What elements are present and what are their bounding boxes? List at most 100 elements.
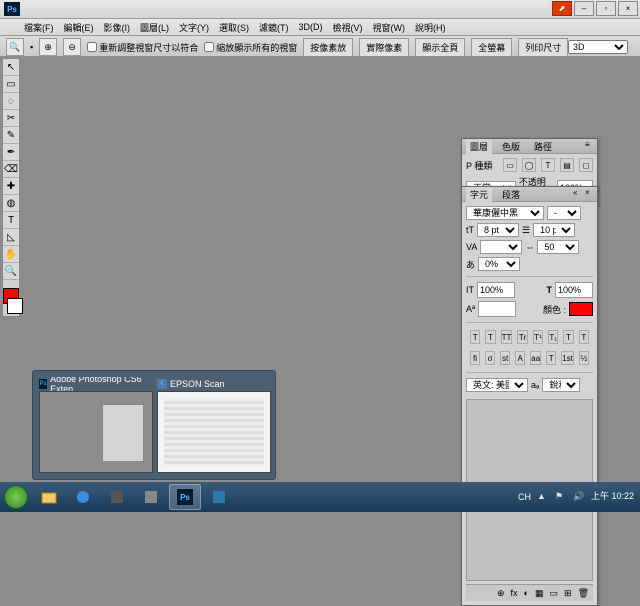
fractions-icon[interactable]: ½	[579, 351, 589, 365]
smallcaps-icon[interactable]: Tr	[517, 330, 527, 344]
superscript-icon[interactable]: T¹	[533, 330, 543, 344]
eyedropper-tool[interactable]: ✎	[3, 127, 19, 144]
tray-flag-icon[interactable]: ▲	[537, 491, 549, 503]
menu-type[interactable]: 文字(Y)	[175, 20, 213, 35]
start-button[interactable]	[0, 482, 32, 512]
move-tool[interactable]: ↖	[3, 59, 19, 76]
kerning-select[interactable]: 50	[537, 240, 579, 254]
language-select[interactable]: 英文: 美國	[466, 378, 528, 392]
zoom-all-checkbox[interactable]: 縮放顯示所有的視窗	[204, 41, 297, 54]
taskbar-photoshop-icon[interactable]: Ps	[169, 484, 201, 510]
workspace-dropdown[interactable]: 3D	[568, 40, 628, 54]
new-layer-icon[interactable]: ⊞	[564, 588, 572, 599]
brush-tool[interactable]: ✒	[3, 144, 19, 161]
vscale-input[interactable]	[555, 282, 593, 298]
taskbar-app-icon[interactable]	[203, 484, 235, 510]
text-color-swatch[interactable]	[569, 302, 593, 316]
ligature-icon[interactable]: fi	[470, 351, 480, 365]
tray-volume-icon[interactable]: 🔊	[573, 491, 585, 503]
taskbar-preview[interactable]: €EPSON Scan	[157, 377, 269, 473]
discretionary-icon[interactable]: st	[500, 351, 510, 365]
tab-character[interactable]: 字元	[466, 187, 492, 202]
taskbar-explorer-icon[interactable]	[33, 484, 65, 510]
fit-screen-button[interactable]: 顯示全頁	[415, 38, 465, 57]
pen-tool[interactable]: ◺	[3, 229, 19, 246]
menu-window[interactable]: 視窗(W)	[369, 20, 410, 35]
resize-windows-checkbox[interactable]: 重新調整視窗尺寸以符合	[87, 41, 198, 54]
panel-collapse-icon[interactable]: «	[573, 188, 583, 198]
allcaps-icon[interactable]: TT	[501, 330, 513, 344]
leading-select[interactable]: 10 pt	[533, 223, 575, 237]
minimize-button[interactable]: –	[574, 1, 594, 16]
menu-image[interactable]: 影像(I)	[100, 20, 135, 35]
menu-view[interactable]: 檢視(V)	[329, 20, 367, 35]
extra-button[interactable]: ⬈	[552, 1, 572, 16]
panel-close-icon[interactable]: ×	[585, 188, 595, 198]
background-color[interactable]	[7, 298, 23, 314]
menu-filter[interactable]: 濾鏡(T)	[255, 20, 293, 35]
baseline-select[interactable]: 0%	[478, 257, 520, 271]
print-size-button[interactable]: 列印尺寸	[518, 38, 568, 57]
taskbar-app-icon[interactable]	[135, 484, 167, 510]
preview-thumbnail[interactable]	[39, 391, 153, 473]
ordinals-icon[interactable]: 1st	[561, 351, 574, 365]
preview-thumbnail[interactable]	[157, 391, 271, 473]
restore-button[interactable]: ▫	[596, 1, 616, 16]
trash-icon[interactable]: 🗑	[578, 588, 589, 599]
italic-icon[interactable]: T	[485, 330, 495, 344]
swash-icon[interactable]: A	[515, 351, 525, 365]
taskbar-app-icon[interactable]	[101, 484, 133, 510]
ime-indicator[interactable]: CH	[518, 492, 531, 502]
taskbar-ie-icon[interactable]	[67, 484, 99, 510]
tab-paragraph[interactable]: 段落	[498, 187, 524, 202]
type-tool[interactable]: T	[3, 212, 19, 229]
strike-icon[interactable]: T	[579, 330, 589, 344]
menu-help[interactable]: 說明(H)	[411, 20, 450, 35]
zoom-in-icon[interactable]: ⊕	[39, 38, 57, 56]
font-size-select[interactable]: 8 pt	[477, 223, 519, 237]
hand-tool[interactable]: ✋	[3, 246, 19, 263]
underline-icon[interactable]: T	[563, 330, 573, 344]
close-button[interactable]: ×	[618, 1, 638, 16]
gradient-tool[interactable]: ◍	[3, 195, 19, 212]
link-layers-icon[interactable]: ⊕	[497, 588, 505, 599]
clock[interactable]: 上午 10:22	[591, 492, 634, 502]
zoom-out-icon[interactable]: ⊖	[63, 38, 81, 56]
tray-network-icon[interactable]: ⚑	[555, 491, 567, 503]
marquee-tool[interactable]: ▭	[3, 76, 19, 93]
menu-select[interactable]: 選取(S)	[215, 20, 253, 35]
antialias-select[interactable]: 銳利	[542, 378, 580, 392]
filter-shape-icon[interactable]: ▤	[560, 158, 574, 172]
filter-pixel-icon[interactable]: ▭	[503, 158, 517, 172]
contextual-icon[interactable]: σ	[485, 351, 495, 365]
filter-type-icon[interactable]: T	[541, 158, 555, 172]
menu-file[interactable]: 檔案(F)	[20, 20, 58, 35]
zoom-tool[interactable]: 🔍	[3, 263, 19, 280]
zoom-tool-icon[interactable]: 🔍	[6, 38, 24, 56]
fx-icon[interactable]: fx	[511, 588, 518, 598]
filter-smart-icon[interactable]: ◻	[579, 158, 593, 172]
hscale-input[interactable]	[477, 282, 515, 298]
panel-menu-icon[interactable]: ≡	[585, 140, 595, 150]
subscript-icon[interactable]: T₁	[548, 330, 558, 344]
eraser-tool[interactable]: ⌫	[3, 161, 19, 178]
healing-tool[interactable]: ✚	[3, 178, 19, 195]
taskbar-preview[interactable]: PsAdobe Photoshop CS6 Exten...	[39, 377, 151, 473]
font-family-select[interactable]: 華康儷中黑	[466, 206, 544, 220]
menu-3d[interactable]: 3D(D)	[295, 21, 327, 33]
full-screen-button[interactable]: 全螢幕	[471, 38, 512, 57]
bold-icon[interactable]: T	[470, 330, 480, 344]
tab-channels[interactable]: 色版	[498, 139, 524, 154]
tracking-select[interactable]	[480, 240, 522, 254]
adjustment-icon[interactable]: ▦	[535, 588, 544, 599]
tab-layers[interactable]: 圖層	[466, 139, 492, 154]
baseline-shift-input[interactable]	[478, 301, 516, 317]
menu-layer[interactable]: 圖層(L)	[136, 20, 173, 35]
lasso-tool[interactable]: ◌	[3, 93, 19, 110]
actual-pixels-button[interactable]: 實際像素	[359, 38, 409, 57]
tab-paths[interactable]: 路徑	[530, 139, 556, 154]
stylistic-icon[interactable]: aa	[530, 351, 541, 365]
titling-icon[interactable]: T	[546, 351, 556, 365]
menu-edit[interactable]: 編輯(E)	[60, 20, 98, 35]
crop-tool[interactable]: ✂	[3, 110, 19, 127]
